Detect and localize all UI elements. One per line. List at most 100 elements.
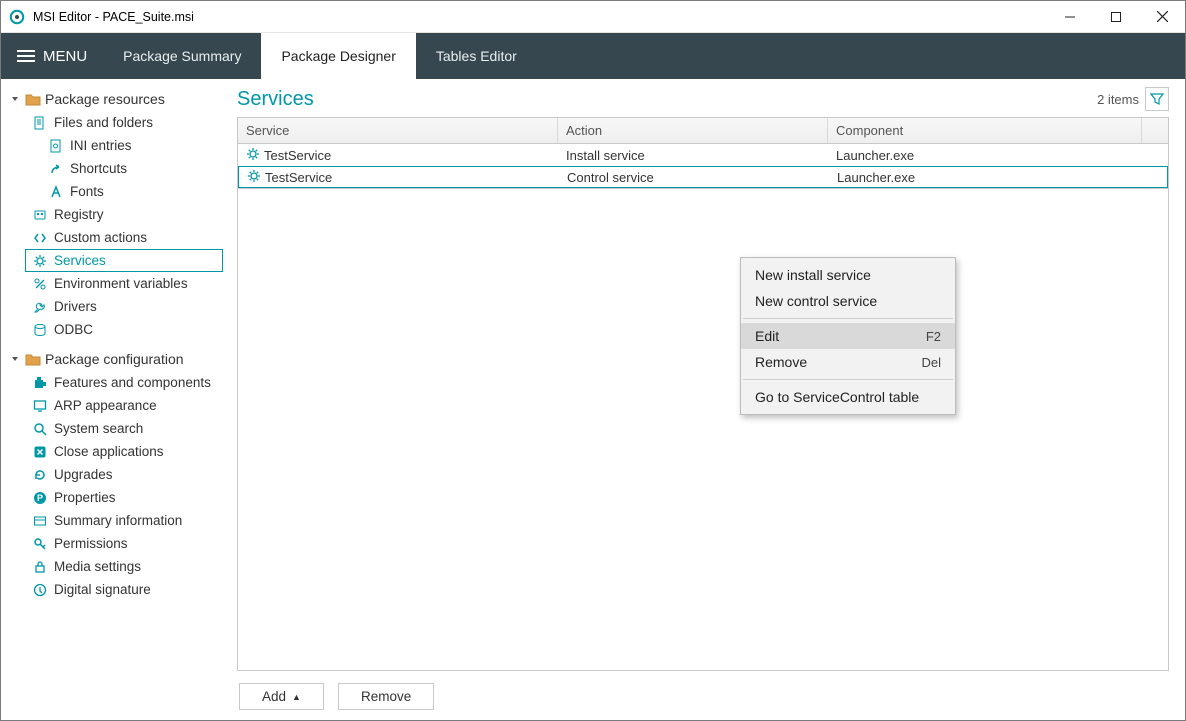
sidebar-item[interactable]: Permissions	[25, 532, 223, 555]
sign-icon	[32, 583, 48, 597]
column-service[interactable]: Service	[238, 118, 558, 143]
folder-icon	[25, 352, 41, 366]
app-icon	[9, 9, 25, 25]
sidebar-item[interactable]: ARP appearance	[25, 394, 223, 417]
sidebar-item[interactable]: INI entries	[41, 134, 223, 157]
column-action[interactable]: Action	[558, 118, 828, 143]
footer-actions: Add ▲ Remove	[237, 671, 1169, 710]
sidebar-item[interactable]: ODBC	[25, 318, 223, 341]
context-menu-shortcut: Del	[921, 355, 941, 370]
sidebar-item[interactable]: Drivers	[25, 295, 223, 318]
context-menu-label: New control service	[755, 293, 877, 309]
sidebar: Package resources Files and folders INI en…	[1, 79, 229, 720]
context-menu-item[interactable]: New install service	[741, 262, 955, 288]
sidebar-group-header[interactable]: Package configuration	[7, 347, 223, 371]
remove-button[interactable]: Remove	[338, 683, 434, 710]
gear-icon	[247, 169, 261, 186]
sidebar-item-label: Files and folders	[54, 115, 153, 130]
tab-package-summary[interactable]: Package Summary	[103, 33, 261, 79]
sidebar-item-label: System search	[54, 421, 143, 436]
filter-button[interactable]	[1145, 87, 1169, 111]
context-menu-label: Edit	[755, 328, 779, 344]
add-label: Add	[262, 689, 286, 704]
sidebar-item-label: ARP appearance	[54, 398, 157, 413]
sidebar-item-label: Environment variables	[54, 276, 188, 291]
tab-tables-editor[interactable]: Tables Editor	[416, 33, 537, 79]
filter-icon	[1150, 92, 1164, 106]
context-menu-item[interactable]: RemoveDel	[741, 349, 955, 375]
title-bar: MSI Editor - PACE_Suite.msi	[1, 1, 1185, 33]
registry-icon	[32, 208, 48, 222]
window-title: MSI Editor - PACE_Suite.msi	[33, 10, 1047, 24]
context-menu-item[interactable]: New control service	[741, 288, 955, 314]
tab-label: Tables Editor	[436, 48, 517, 64]
main-panel: Services 2 items Service Action Componen…	[229, 79, 1185, 720]
sidebar-item[interactable]: Close applications	[25, 440, 223, 463]
table-row[interactable]: TestServiceControl serviceLauncher.exe	[238, 166, 1168, 188]
sidebar-item-label: ODBC	[54, 322, 93, 337]
menubar: MENU Package Summary Package Designer Ta…	[1, 33, 1185, 79]
context-menu-shortcut: F2	[926, 329, 941, 344]
sidebar-item-label: Custom actions	[54, 230, 147, 245]
grid-empty-area	[237, 189, 1169, 671]
context-menu-item[interactable]: Go to ServiceControl table	[741, 384, 955, 410]
cell-component: Launcher.exe	[828, 144, 1142, 166]
main-header: Services 2 items	[237, 87, 1169, 117]
wrench-icon	[32, 300, 48, 314]
window-controls	[1047, 2, 1185, 32]
gear-icon	[246, 147, 260, 164]
puzzle-icon	[32, 376, 48, 390]
sidebar-item[interactable]: Registry	[25, 203, 223, 226]
workspace: Package resources Files and folders INI en…	[1, 79, 1185, 720]
context-menu-label: Go to ServiceControl table	[755, 389, 919, 405]
file-icon	[32, 116, 48, 130]
sidebar-item[interactable]: Media settings	[25, 555, 223, 578]
cell-action: Control service	[559, 167, 829, 187]
remove-label: Remove	[361, 689, 411, 704]
sidebar-item[interactable]: Custom actions	[25, 226, 223, 249]
sidebar-item-label: Close applications	[54, 444, 164, 459]
sidebar-item[interactable]: Environment variables	[25, 272, 223, 295]
caret-up-icon: ▲	[292, 692, 301, 702]
sidebar-item[interactable]: PProperties	[25, 486, 223, 509]
sidebar-item-label: Drivers	[54, 299, 97, 314]
group-label: Package configuration	[45, 351, 184, 367]
cell-component: Launcher.exe	[829, 167, 1141, 187]
menu-button[interactable]: MENU	[1, 33, 103, 79]
cell-action: Install service	[558, 144, 828, 166]
sidebar-item[interactable]: Services	[25, 249, 223, 272]
minimize-button[interactable]	[1047, 2, 1093, 32]
sidebar-group-header[interactable]: Package resources	[7, 87, 223, 111]
sidebar-item[interactable]: Digital signature	[25, 578, 223, 601]
monitor-icon	[32, 399, 48, 413]
column-component[interactable]: Component	[828, 118, 1142, 143]
context-menu-separator	[743, 318, 953, 319]
close-app-icon	[32, 445, 48, 459]
table-row[interactable]: TestServiceInstall serviceLauncher.exe	[238, 144, 1168, 166]
sidebar-item[interactable]: Summary information	[25, 509, 223, 532]
sidebar-item-label: Permissions	[54, 536, 128, 551]
sidebar-item[interactable]: Files and folders	[25, 111, 223, 134]
maximize-button[interactable]	[1093, 2, 1139, 32]
gear-icon	[32, 254, 48, 268]
sidebar-item[interactable]: System search	[25, 417, 223, 440]
sidebar-item[interactable]: Fonts	[41, 180, 223, 203]
sidebar-item[interactable]: Shortcuts	[41, 157, 223, 180]
search-icon	[32, 422, 48, 436]
sidebar-item-label: Services	[54, 253, 106, 268]
percent-icon	[32, 277, 48, 291]
tab-package-designer[interactable]: Package Designer	[261, 33, 415, 79]
menu-label: MENU	[43, 48, 87, 65]
code-icon	[32, 231, 48, 245]
sidebar-item[interactable]: Features and components	[25, 371, 223, 394]
sidebar-item[interactable]: Upgrades	[25, 463, 223, 486]
add-button[interactable]: Add ▲	[239, 683, 324, 710]
tab-label: Package Designer	[281, 48, 395, 64]
context-menu-item[interactable]: Edit F2	[741, 323, 955, 349]
cell-service: TestService	[239, 167, 559, 187]
sidebar-item-label: Features and components	[54, 375, 211, 390]
close-button[interactable]	[1139, 2, 1185, 32]
grid-body: TestServiceInstall serviceLauncher.exeTe…	[238, 144, 1168, 188]
context-menu: New install service New control service Ed…	[740, 257, 956, 415]
context-menu-separator	[743, 379, 953, 380]
